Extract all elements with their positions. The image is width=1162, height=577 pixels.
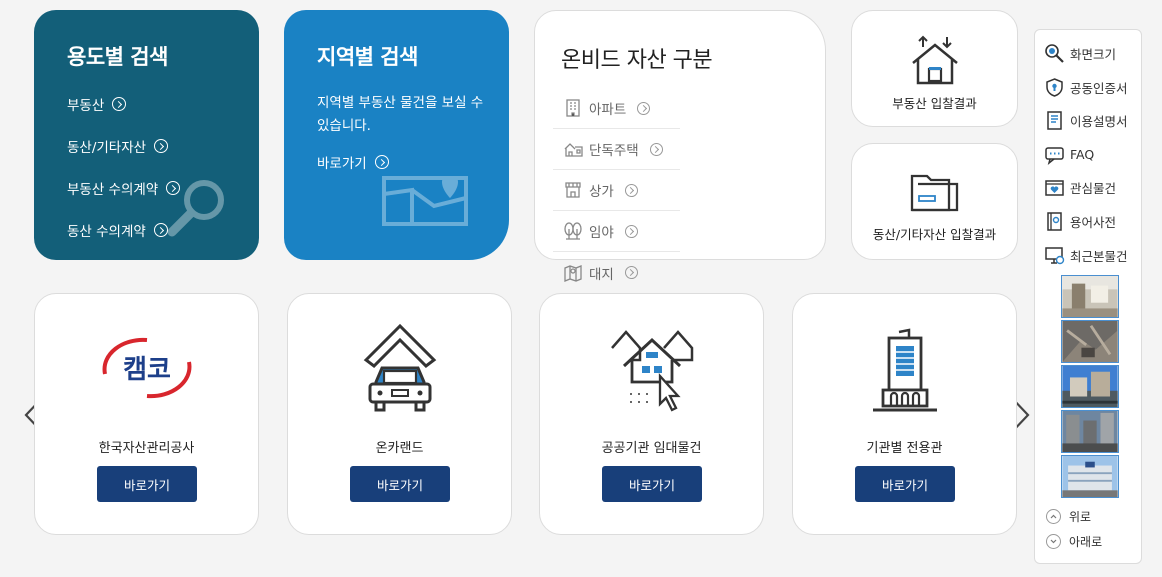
chevron-right-icon <box>624 266 638 279</box>
link-label: 동산/기타자산 <box>67 140 147 156</box>
quick-label: FAQ <box>1070 147 1095 162</box>
quick-item-guide[interactable]: 이용설명서 <box>1044 110 1128 131</box>
monitor-icon <box>1045 247 1065 265</box>
folder-icon <box>910 174 959 212</box>
shortcut-title: 한국자산관리공사 <box>98 441 195 456</box>
chevron-right-icon <box>624 224 638 238</box>
asset-item-land[interactable]: 대지 <box>553 252 680 293</box>
chevron-down-icon <box>1046 534 1061 549</box>
shortcut-go-button[interactable]: 바로가기 <box>350 466 450 502</box>
recent-thumbnail[interactable] <box>1061 410 1119 453</box>
quick-label: 최근본물건 <box>1070 249 1128 264</box>
chevron-right-icon <box>637 101 651 115</box>
realestate-result-label: 부동산 입찰결과 <box>892 96 977 111</box>
public-houses-icon <box>610 330 693 412</box>
shortcut-title: 공공기관 임대물건 <box>601 441 702 456</box>
shield-icon <box>1046 78 1063 97</box>
usage-link-realestate[interactable]: 부동산 <box>67 94 127 114</box>
asset-list: 아파트 단독주택 상가 임야 대지 <box>553 88 680 293</box>
scroll-up-button[interactable]: 위로 <box>1046 508 1091 525</box>
asset-label: 아파트 <box>589 102 627 118</box>
quick-menu: 화면크기 공동인증서 이용설명서 FAQ 관심물건 용어사전 최근본물건 위로 … <box>1034 29 1142 564</box>
shortcut-card-institution: 기관별 전용관 바로가기 <box>792 293 1017 535</box>
region-search-card: 지역별 검색 지역별 부동산 물건을 보실 수 있습니다. 바로가기 <box>284 10 509 260</box>
link-label: 부동산 <box>67 98 105 114</box>
asset-label: 임야 <box>589 225 614 241</box>
movable-result-button[interactable]: 동산/기타자산 입찰결과 <box>851 143 1018 260</box>
asset-types-card: 온비드 자산 구분 아파트 단독주택 상가 임야 대지 <box>534 10 826 283</box>
shortcut-go-button[interactable]: 바로가기 <box>97 466 197 502</box>
realestate-result-button[interactable]: 부동산 입찰결과 <box>851 10 1018 127</box>
usage-search-title: 용도별 검색 <box>67 45 168 69</box>
chevron-right-icon <box>154 139 169 153</box>
link-label: 동산 수의계약 <box>67 224 146 240</box>
shortcut-card-public-rental: 공공기관 임대물건 바로가기 <box>539 293 764 535</box>
dictionary-icon <box>1047 212 1062 231</box>
shortcut-card-oncarland: 온카랜드 바로가기 <box>287 293 512 535</box>
go-label: 바로가기 <box>317 156 367 172</box>
chevron-right-icon <box>624 183 638 197</box>
recent-thumbnail[interactable] <box>1061 320 1119 363</box>
chevron-right-icon <box>374 155 389 169</box>
scroll-down-button[interactable]: 아래로 <box>1046 533 1102 550</box>
asset-label: 단독주택 <box>589 143 639 159</box>
asset-item-store[interactable]: 상가 <box>553 170 680 211</box>
car-icon <box>363 323 436 412</box>
recent-thumbnail[interactable] <box>1061 455 1119 498</box>
quick-item-faq[interactable]: FAQ <box>1044 144 1094 165</box>
shortcut-card-kamco: 캠코 한국자산관리공사 바로가기 <box>34 293 259 535</box>
manual-icon <box>1047 111 1062 130</box>
quick-label: 용어사전 <box>1070 215 1117 230</box>
store-icon <box>565 182 581 198</box>
kamco-logo: 캠코 <box>102 337 191 399</box>
quick-item-certificate[interactable]: 공동인증서 <box>1044 77 1128 98</box>
usage-link-movable[interactable]: 동산/기타자산 <box>67 136 169 156</box>
shortcut-go-button[interactable]: 바로가기 <box>855 466 955 502</box>
map-icon <box>382 176 468 226</box>
forest-icon <box>564 222 582 240</box>
quick-item-zoom[interactable]: 화면크기 <box>1044 43 1116 64</box>
scroll-down-label: 아래로 <box>1069 535 1103 549</box>
chat-icon <box>1045 147 1064 165</box>
quick-label: 화면크기 <box>1070 47 1117 62</box>
house-arrows-icon <box>912 35 958 85</box>
quick-label: 이용설명서 <box>1070 114 1128 129</box>
zoom-icon <box>1045 44 1064 63</box>
movable-result-label: 동산/기타자산 입찰결과 <box>872 227 997 242</box>
land-icon <box>564 264 582 282</box>
link-label: 부동산 수의계약 <box>67 182 159 198</box>
asset-label: 대지 <box>589 266 614 283</box>
chevron-right-icon <box>649 142 663 156</box>
usage-link-movable-private[interactable]: 동산 수의계약 <box>67 220 168 240</box>
quick-item-glossary[interactable]: 용어사전 <box>1044 211 1116 232</box>
chevron-up-icon <box>1046 509 1061 524</box>
region-search-desc: 지역별 부동산 물건을 보실 수 있습니다. <box>317 95 484 134</box>
svg-text:캠코: 캠코 <box>123 355 171 385</box>
asset-item-apartment[interactable]: 아파트 <box>553 88 680 129</box>
asset-item-forest[interactable]: 임야 <box>553 211 680 252</box>
recent-thumbnail[interactable] <box>1061 275 1119 318</box>
scroll-up-label: 위로 <box>1069 510 1092 524</box>
shortcut-title: 기관별 전용관 <box>866 441 943 456</box>
building-icon <box>872 328 937 412</box>
recent-thumbnail[interactable] <box>1061 365 1119 408</box>
shortcut-go-button[interactable]: 바로가기 <box>602 466 702 502</box>
quick-item-favorites[interactable]: 관심물건 <box>1044 177 1116 198</box>
shortcut-title: 온카랜드 <box>375 441 424 456</box>
apartment-icon <box>566 99 580 117</box>
region-search-title: 지역별 검색 <box>317 45 418 69</box>
usage-search-card: 용도별 검색 부동산 동산/기타자산 부동산 수의계약 동산 수의계약 <box>34 10 259 260</box>
quick-label: 관심물건 <box>1070 181 1117 196</box>
chevron-right-icon <box>112 97 127 111</box>
heart-folder-icon <box>1045 180 1064 196</box>
quick-label: 공동인증서 <box>1070 81 1128 96</box>
house-icon <box>564 143 583 157</box>
asset-label: 상가 <box>589 184 614 200</box>
asset-item-house[interactable]: 단독주택 <box>553 129 680 170</box>
region-go-link[interactable]: 바로가기 <box>317 152 389 172</box>
quick-item-recent[interactable]: 최근본물건 <box>1044 245 1128 266</box>
asset-types-title: 온비드 자산 구분 <box>561 48 713 73</box>
magnifier-icon <box>167 180 224 237</box>
